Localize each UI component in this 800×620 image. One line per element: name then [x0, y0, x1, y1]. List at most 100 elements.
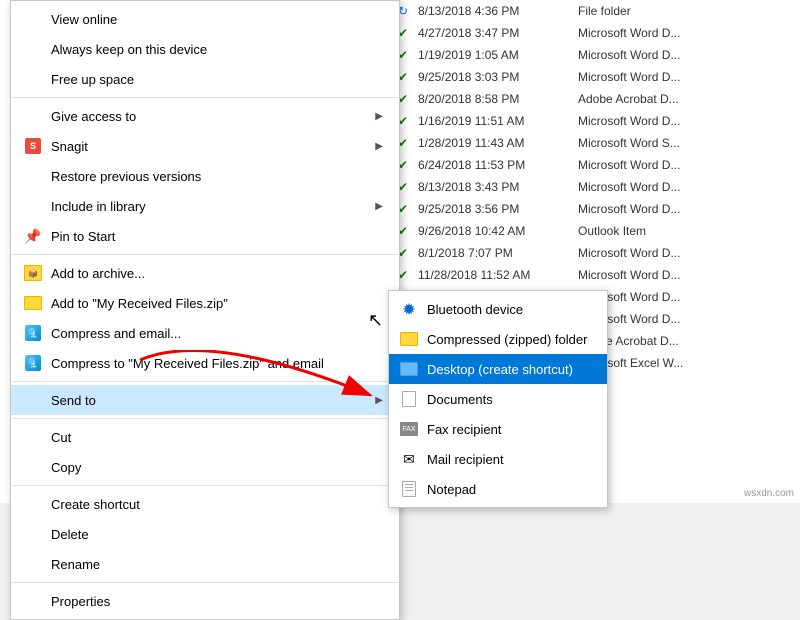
file-list-item: ↻8/13/2018 4:36 PMFile folder [390, 0, 800, 22]
file-date: 9/25/2018 3:56 PM [418, 202, 578, 216]
sync-icon: ✔ [398, 114, 418, 128]
menu-item-copy[interactable]: Copy [11, 452, 399, 482]
menu-item-label: Cut [51, 430, 383, 445]
bluetooth-icon: ✹ [399, 299, 419, 319]
empty-icon [23, 554, 43, 574]
menu-item-always-keep[interactable]: Always keep on this device [11, 34, 399, 64]
file-date: 4/27/2018 3:47 PM [418, 26, 578, 40]
zip-folder-icon [399, 329, 419, 349]
file-date: 6/24/2018 11:53 PM [418, 158, 578, 172]
file-list-item: ✔1/19/2019 1:05 AMMicrosoft Word D... [390, 44, 800, 66]
file-date: 11/28/2018 11:52 AM [418, 268, 578, 282]
file-type: Microsoft Word D... [578, 312, 792, 326]
menu-item-snagit[interactable]: SSnagit▶ [11, 131, 399, 161]
file-list-item: ✔9/26/2018 10:42 AMOutlook Item [390, 220, 800, 242]
empty-icon [23, 457, 43, 477]
menu-item-view-online[interactable]: View online [11, 4, 399, 34]
submenu-item-fax[interactable]: FAX Fax recipient [389, 414, 607, 444]
file-type: Microsoft Word S... [578, 136, 792, 150]
empty-icon [23, 591, 43, 611]
submenu-arrow-icon: ▶ [375, 395, 383, 406]
submenu-arrow-icon: ▶ [375, 111, 383, 122]
file-date: 9/25/2018 3:03 PM [418, 70, 578, 84]
file-list-item: ✔8/13/2018 3:43 PMMicrosoft Word D... [390, 176, 800, 198]
submenu-item-mail[interactable]: ✉ Mail recipient [389, 444, 607, 474]
menu-item-label: Compress and email... [51, 326, 383, 341]
menu-item-free-up[interactable]: Free up space [11, 64, 399, 94]
empty-icon [23, 166, 43, 186]
submenu-item-bluetooth[interactable]: ✹ Bluetooth device [389, 294, 607, 324]
pin-icon: 📌 [23, 226, 43, 246]
menu-item-rename[interactable]: Rename [11, 549, 399, 579]
menu-item-compress-zip-email[interactable]: 🗜 Compress to "My Received Files.zip" and… [11, 348, 399, 378]
submenu-item-notepad[interactable]: Notepad [389, 474, 607, 504]
file-list-item: ✔8/20/2018 8:58 PMAdobe Acrobat D... [390, 88, 800, 110]
sendto-submenu: ✹ Bluetooth device Compressed (zipped) fol… [388, 290, 608, 508]
menu-item-label: Compress to "My Received Files.zip" and … [51, 356, 383, 371]
menu-item-add-zip[interactable]: Add to "My Received Files.zip" [11, 288, 399, 318]
file-list-item: ✔1/28/2019 11:43 AMMicrosoft Word S... [390, 132, 800, 154]
menu-item-compress-email[interactable]: 🗜Compress and email... [11, 318, 399, 348]
menu-item-delete[interactable]: Delete [11, 519, 399, 549]
menu-item-properties[interactable]: Properties [11, 586, 399, 616]
submenu-item-label: Notepad [427, 482, 476, 497]
fax-icon: FAX [399, 419, 419, 439]
file-list-item: ✔11/28/2018 11:52 AMMicrosoft Word D... [390, 264, 800, 286]
file-type: Adobe Acrobat D... [578, 334, 792, 348]
sync-icon: ✔ [398, 158, 418, 172]
submenu-item-label: Fax recipient [427, 422, 501, 437]
context-menu: View onlineAlways keep on this deviceFre… [10, 0, 400, 620]
menu-item-give-access[interactable]: Give access to▶ [11, 101, 399, 131]
menu-item-pin-start[interactable]: 📌Pin to Start [11, 221, 399, 251]
menu-item-label: Add to "My Received Files.zip" [51, 296, 383, 311]
menu-separator [11, 582, 399, 583]
menu-item-include-library[interactable]: Include in library▶ [11, 191, 399, 221]
menu-item-label: Include in library [51, 199, 375, 214]
file-date: 9/26/2018 10:42 AM [418, 224, 578, 238]
sync-icon: ✔ [398, 136, 418, 150]
submenu-arrow-icon: ▶ [375, 201, 383, 212]
file-type: Microsoft Word D... [578, 26, 792, 40]
submenu-item-label: Compressed (zipped) folder [427, 332, 587, 347]
menu-item-cut[interactable]: Cut [11, 422, 399, 452]
file-type: Microsoft Word D... [578, 246, 792, 260]
menu-item-restore[interactable]: Restore previous versions [11, 161, 399, 191]
file-type: File folder [578, 4, 792, 18]
file-type: Outlook Item [578, 224, 792, 238]
mail-icon: ✉ [399, 449, 419, 469]
sync-icon: ✔ [398, 180, 418, 194]
sync-icon: ✔ [398, 48, 418, 62]
submenu-item-documents[interactable]: Documents [389, 384, 607, 414]
menu-item-label: Add to archive... [51, 266, 383, 281]
menu-item-create-shortcut[interactable]: Create shortcut [11, 489, 399, 519]
empty-icon [23, 494, 43, 514]
empty-icon [23, 9, 43, 29]
file-list-item: ✔6/24/2018 11:53 PMMicrosoft Word D... [390, 154, 800, 176]
submenu-item-desktop[interactable]: Desktop (create shortcut) [389, 354, 607, 384]
documents-icon [399, 389, 419, 409]
menu-item-add-archive[interactable]: 📦Add to archive... [11, 258, 399, 288]
sync-icon: ✔ [398, 70, 418, 84]
submenu-item-label: Mail recipient [427, 452, 504, 467]
menu-item-send-to[interactable]: Send to▶ [11, 385, 399, 415]
file-list-item: ✔9/25/2018 3:03 PMMicrosoft Word D... [390, 66, 800, 88]
empty-icon [23, 390, 43, 410]
sync-icon: ✔ [398, 224, 418, 238]
menu-separator [11, 485, 399, 486]
file-type: Microsoft Word D... [578, 268, 792, 282]
menu-item-label: Snagit [51, 139, 375, 154]
submenu-item-label: Documents [427, 392, 493, 407]
submenu-item-compressed[interactable]: Compressed (zipped) folder [389, 324, 607, 354]
file-list-item: ✔1/16/2019 11:51 AMMicrosoft Word D... [390, 110, 800, 132]
file-type: Microsoft Word D... [578, 114, 792, 128]
compress-icon: 🗜 [23, 353, 43, 373]
menu-separator [11, 381, 399, 382]
file-type: Microsoft Word D... [578, 48, 792, 62]
menu-separator [11, 97, 399, 98]
file-date: 8/20/2018 8:58 PM [418, 92, 578, 106]
submenu-item-label: Bluetooth device [427, 302, 523, 317]
file-type: Microsoft Word D... [578, 158, 792, 172]
menu-item-label: Delete [51, 527, 383, 542]
file-type: Adobe Acrobat D... [578, 92, 792, 106]
empty-icon [23, 39, 43, 59]
